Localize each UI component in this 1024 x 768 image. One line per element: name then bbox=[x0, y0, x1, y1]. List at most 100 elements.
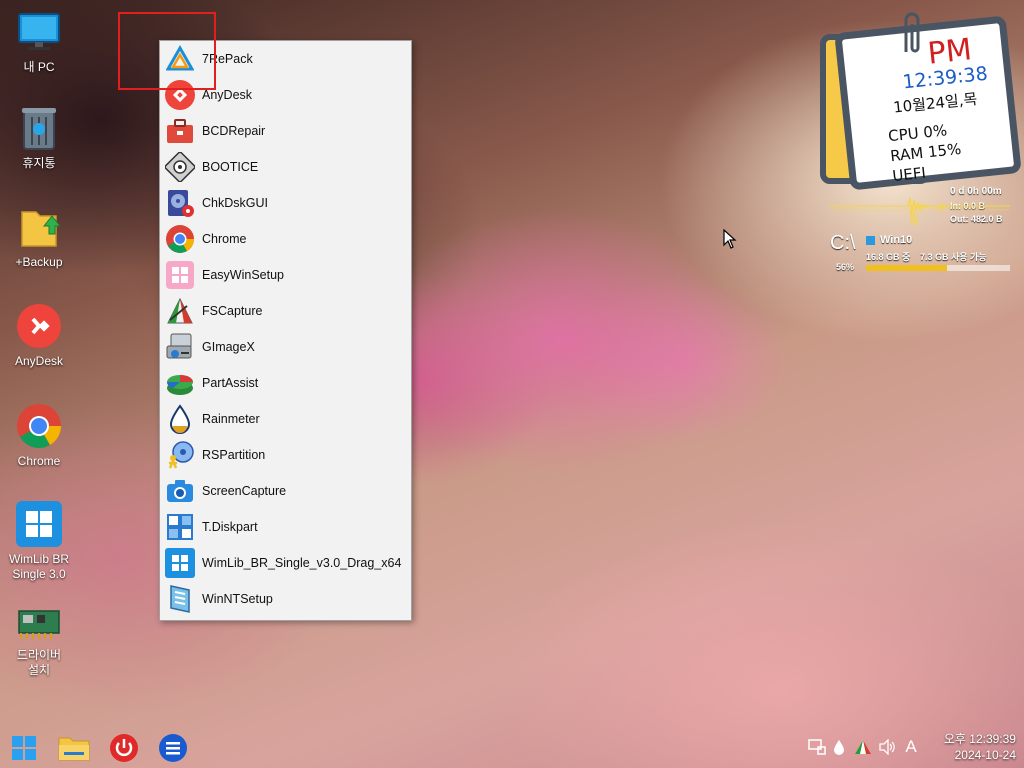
clock-widget: PM 12:39:38 10월24일,목 CPU 0% RAM 15% UEFI bbox=[818, 12, 1022, 191]
power-button[interactable] bbox=[108, 732, 140, 764]
network-monitor-icon bbox=[808, 739, 826, 755]
menu-item-rspartition[interactable]: RSPartition bbox=[160, 437, 411, 473]
hdd-gear-icon bbox=[164, 187, 196, 219]
rainmeter-drop-icon bbox=[164, 403, 196, 435]
desktop-icon-label: Chrome bbox=[17, 454, 61, 468]
menu-launcher-button[interactable] bbox=[157, 732, 189, 764]
winntsetup-icon bbox=[164, 583, 196, 615]
power-icon bbox=[110, 734, 138, 762]
menu-item-tdiskpart[interactable]: T.Diskpart bbox=[160, 509, 411, 545]
menu-item-label: FSCapture bbox=[202, 304, 263, 318]
desktop-icon-backup[interactable]: +Backup bbox=[4, 203, 74, 270]
ime-indicator[interactable]: A bbox=[902, 737, 920, 756]
menu-item-label: GImageX bbox=[202, 340, 255, 354]
taskbar: A 오후 12:39:39 2024-10-24 bbox=[0, 726, 1024, 768]
mouse-cursor-icon bbox=[723, 229, 737, 249]
taskbar-clock[interactable]: 오후 12:39:39 2024-10-24 bbox=[944, 731, 1016, 763]
desktop-icon-driver[interactable]: 드라이버 설치 bbox=[4, 604, 74, 678]
disk-free: 7.3 GB 사용 가능 bbox=[920, 252, 987, 262]
desktop-icon-chrome[interactable]: Chrome bbox=[4, 402, 74, 469]
anydesk-icon bbox=[15, 302, 63, 350]
menu-item-label: Rainmeter bbox=[202, 412, 260, 426]
boot-mode: UEFI bbox=[891, 163, 927, 186]
menu-item-chkdskgui[interactable]: ChkDskGUI bbox=[160, 185, 411, 221]
menu-item-label: Chrome bbox=[202, 232, 247, 246]
folder-backup-icon bbox=[15, 203, 63, 251]
list-menu-icon bbox=[159, 734, 187, 762]
disk-icon bbox=[164, 151, 196, 183]
menu-item-label: WimLib_BR_Single_v3.0_Drag_x64 bbox=[202, 556, 402, 570]
disk-color-swatch bbox=[866, 236, 875, 245]
menu-item-fscapture[interactable]: FSCapture bbox=[160, 293, 411, 329]
rspartition-icon bbox=[164, 439, 196, 471]
file-explorer-button[interactable] bbox=[58, 732, 90, 764]
menu-item-rainmeter[interactable]: Rainmeter bbox=[160, 401, 411, 437]
menu-item-easywinsetup[interactable]: EasyWinSetup bbox=[160, 257, 411, 293]
speaker-icon bbox=[879, 739, 895, 755]
menu-item-label: BOOTICE bbox=[202, 160, 259, 174]
menu-item-label: AnyDesk bbox=[202, 88, 253, 102]
camera-icon bbox=[164, 475, 196, 507]
recycle-bin-icon bbox=[15, 104, 63, 152]
windows-icon bbox=[15, 500, 63, 548]
menu-item-label: EasyWinSetup bbox=[202, 268, 284, 282]
windows-icon bbox=[164, 547, 196, 579]
chrome-icon bbox=[15, 402, 63, 450]
desktop-icon-recycle-bin[interactable]: 휴지통 bbox=[4, 104, 74, 171]
menu-item-gimagex[interactable]: GImageX bbox=[160, 329, 411, 365]
menu-item-label: PartAssist bbox=[202, 376, 259, 390]
start-button[interactable] bbox=[8, 732, 40, 764]
windows-start-icon bbox=[12, 736, 36, 760]
fscapture-icon bbox=[855, 740, 871, 754]
partassist-icon bbox=[164, 367, 196, 399]
desktop-icon-label: AnyDesk bbox=[14, 354, 64, 368]
desktop-icon-wimlib[interactable]: WimLib BR Single 3.0 bbox=[4, 500, 74, 582]
monitor-icon bbox=[15, 8, 63, 56]
menu-item-label: BCDRepair bbox=[202, 124, 266, 138]
disk-name: Win10 bbox=[880, 234, 913, 246]
drive-letter: C:\ bbox=[830, 232, 856, 254]
menu-item-wimlib[interactable]: WimLib_BR_Single_v3.0_Drag_x64 bbox=[160, 545, 411, 581]
rainmeter-drop-icon bbox=[834, 740, 844, 755]
fscapture-icon bbox=[164, 295, 196, 327]
menu-item-bcdrepair[interactable]: BCDRepair bbox=[160, 113, 411, 149]
menu-item-winntsetup[interactable]: WinNTSetup bbox=[160, 581, 411, 617]
disk-percent: 56% bbox=[836, 262, 855, 272]
disk-total: 16.8 GB 중 bbox=[866, 252, 911, 262]
menu-item-chrome[interactable]: Chrome bbox=[160, 221, 411, 257]
menu-item-bootice[interactable]: BOOTICE bbox=[160, 149, 411, 185]
desktop-icon-label: 휴지통 bbox=[22, 156, 56, 170]
windows-pink-icon bbox=[164, 259, 196, 291]
desktop-icon-label: WimLib BR Single 3.0 bbox=[8, 552, 69, 581]
disk-usage-bar bbox=[866, 265, 1010, 271]
toolbox-icon bbox=[164, 115, 196, 147]
launcher-menu: 7RePack AnyDesk BCDRepair BOOTICE ChkDsk… bbox=[159, 40, 412, 621]
chrome-icon bbox=[164, 223, 196, 255]
network-tray-icon[interactable] bbox=[808, 738, 826, 756]
menu-item-partassist[interactable]: PartAssist bbox=[160, 365, 411, 401]
menu-item-label: WinNTSetup bbox=[202, 592, 273, 606]
disk-usage-fill bbox=[866, 265, 947, 271]
volume-tray-icon[interactable] bbox=[878, 738, 896, 756]
paperclip-icon bbox=[904, 12, 920, 53]
menu-item-label: RSPartition bbox=[202, 448, 266, 462]
desktop-icon-label: 드라이버 설치 bbox=[16, 648, 62, 677]
taskbar-date: 2024-10-24 bbox=[954, 748, 1016, 762]
menu-item-label: ScreenCapture bbox=[202, 484, 287, 498]
desktop-icon-label: +Backup bbox=[15, 255, 63, 269]
menu-item-label: T.Diskpart bbox=[202, 520, 258, 534]
taskbar-time: 오후 12:39:39 bbox=[943, 732, 1016, 746]
network-graph bbox=[830, 197, 1010, 227]
menu-item-screencapture[interactable]: ScreenCapture bbox=[160, 473, 411, 509]
driver-card-icon bbox=[15, 604, 63, 644]
gimagex-icon bbox=[164, 331, 196, 363]
rainmeter-tray-icon[interactable] bbox=[830, 738, 848, 756]
menu-item-label: ChkDskGUI bbox=[202, 196, 268, 210]
desktop-icon-label: 내 PC bbox=[23, 60, 55, 74]
tdiskpart-icon bbox=[164, 511, 196, 543]
calendar-card: PM 12:39:38 10월24일,목 CPU 0% RAM 15% UEFI bbox=[834, 15, 1022, 191]
highlight-box bbox=[118, 12, 216, 90]
fscapture-tray-icon[interactable] bbox=[854, 738, 872, 756]
desktop-icon-my-pc[interactable]: 내 PC bbox=[4, 8, 74, 75]
desktop-icon-anydesk[interactable]: AnyDesk bbox=[4, 302, 74, 369]
